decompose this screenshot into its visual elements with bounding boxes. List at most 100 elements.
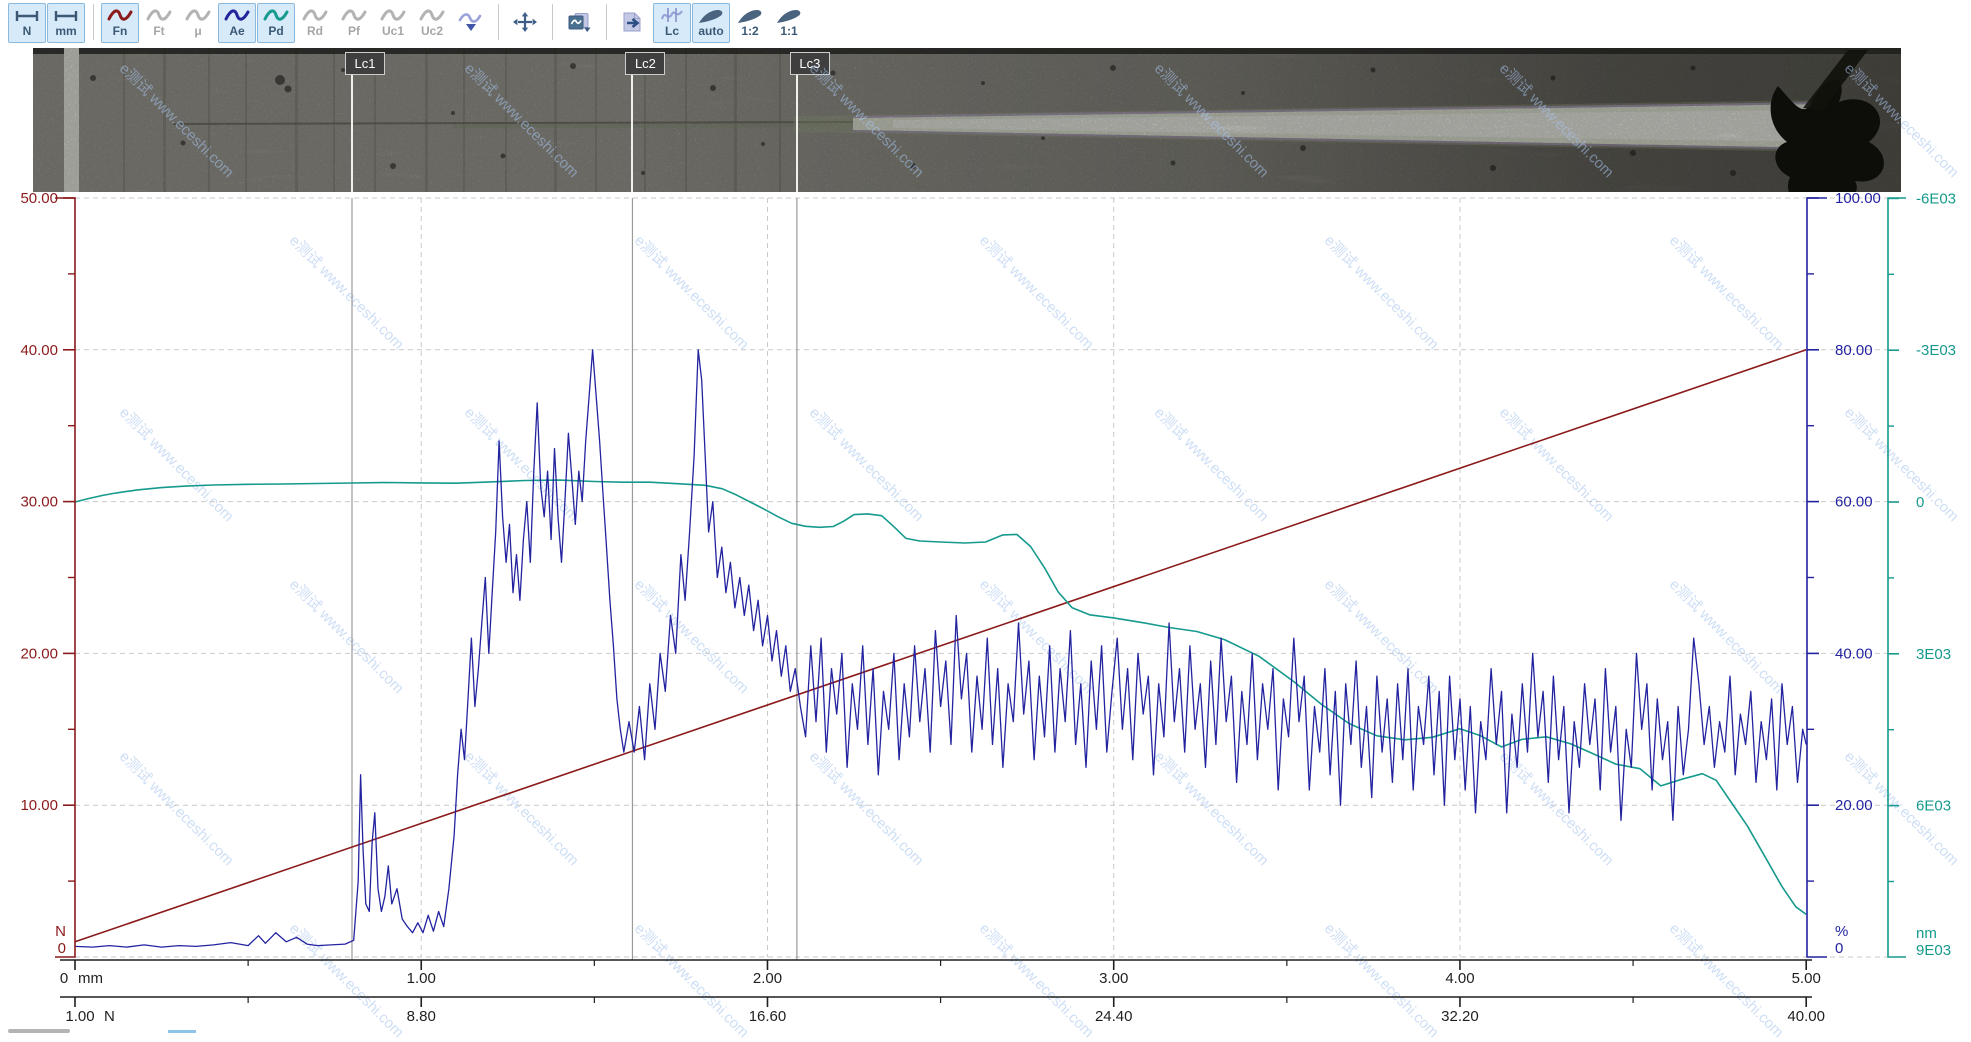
toolbar-button-unit-n[interactable]: N	[8, 3, 46, 43]
svg-text:1.00: 1.00	[65, 1008, 94, 1025]
watermark-text: e测试 www.eceshi.com	[1840, 402, 1964, 526]
svg-text:100.00: 100.00	[1835, 190, 1881, 207]
svg-text:20.00: 20.00	[1835, 797, 1873, 814]
toolbar-button-label: Uc1	[382, 25, 404, 38]
svg-text:3.00: 3.00	[1099, 970, 1128, 987]
stylus-icon	[776, 6, 802, 26]
watermark-text: e测试 www.eceshi.com	[285, 230, 409, 354]
wave-icon	[419, 6, 445, 26]
toolbar-separator	[498, 4, 499, 40]
series-pd	[75, 480, 1806, 914]
series-ae	[75, 350, 1806, 947]
svg-text:9E03: 9E03	[1916, 942, 1951, 959]
series-fn	[75, 350, 1806, 942]
svg-text:0: 0	[58, 940, 66, 957]
lc-marker-line-lc1[interactable]	[351, 73, 353, 192]
y-axis-right-percent: 100.0080.0060.0040.0020.00%0	[1807, 190, 1881, 957]
svg-text:10.00: 10.00	[20, 797, 58, 814]
toolbar-button-signal-ft[interactable]: Ft	[140, 3, 178, 43]
watermark-text: e测试 www.eceshi.com	[630, 230, 754, 354]
watermark-text: e测试 www.eceshi.com	[1840, 746, 1964, 870]
toolbar-button-label: Uc2	[421, 25, 443, 38]
toolbar-button-signal-pf[interactable]: Pf	[335, 3, 373, 43]
lc-marker-line-lc2[interactable]	[631, 73, 633, 192]
svg-text:8.80: 8.80	[407, 1008, 436, 1025]
svg-text:1.00: 1.00	[407, 970, 436, 987]
wave-icon	[224, 6, 250, 26]
svg-text:32.20: 32.20	[1441, 1008, 1479, 1025]
svg-text:N: N	[55, 923, 66, 940]
pan-icon	[512, 12, 538, 32]
toolbar-button-signal-select[interactable]	[452, 3, 490, 43]
watermark-text: e测试 www.eceshi.com	[1150, 402, 1274, 526]
svg-text:16.60: 16.60	[749, 1008, 787, 1025]
svg-text:0: 0	[1916, 494, 1924, 511]
scratch-micrograph-panorama: Lc1 Lc2 Lc3	[33, 48, 1901, 192]
svg-text:6E03: 6E03	[1916, 798, 1951, 815]
toolbar-button-export[interactable]	[614, 3, 652, 43]
horizontal-scrollbar-thumb[interactable]	[8, 1029, 70, 1033]
svg-text:40.00: 40.00	[1787, 1008, 1825, 1025]
watermark-text: e测试 www.eceshi.com	[805, 746, 929, 870]
svg-text:nm: nm	[1916, 925, 1937, 942]
toolbar-button-unit-mm[interactable]: mm	[47, 3, 85, 43]
svg-text:2.00: 2.00	[753, 970, 782, 987]
toolbar-button-signal-pd[interactable]: Pd	[257, 3, 295, 43]
lc-marker-label-lc1[interactable]: Lc1	[345, 52, 385, 75]
toolbar-button-zoom-1-1[interactable]: 1:1	[770, 3, 808, 43]
toolbar-button-zoom-auto[interactable]: auto	[692, 3, 730, 43]
ruler-icon	[14, 6, 40, 26]
watermark-text: e测试 www.eceshi.com	[975, 230, 1099, 354]
toolbar-button-signal-uc2[interactable]: Uc2	[413, 3, 451, 43]
lc-marker-label-lc2[interactable]: Lc2	[625, 52, 665, 75]
watermark-text: e测试 www.eceshi.com	[115, 746, 239, 870]
wave-icon	[185, 6, 211, 26]
watermark-text: e测试 www.eceshi.com	[630, 574, 754, 698]
lc-marker-line-lc3[interactable]	[796, 73, 798, 192]
lc-marker-label-lc3[interactable]: Lc3	[790, 52, 830, 75]
toolbar-button-signal-rd[interactable]: Rd	[296, 3, 334, 43]
watermark-text: e测试 www.eceshi.com	[460, 746, 584, 870]
toolbar-button-label: Ae	[229, 25, 244, 38]
svg-text:40.00: 40.00	[1835, 645, 1873, 662]
watermark-text: e测试 www.eceshi.com	[1320, 918, 1444, 1042]
watermark-text: e测试 www.eceshi.com	[975, 918, 1099, 1042]
toolbar-separator	[93, 4, 94, 40]
svg-text:24.40: 24.40	[1095, 1008, 1133, 1025]
toolbar-button-signal-mu[interactable]: μ	[179, 3, 217, 43]
svg-text:60.00: 60.00	[1835, 494, 1873, 511]
toolbar-button-label: auto	[698, 25, 723, 38]
toolbar-button-label: Fn	[113, 25, 128, 38]
watermark-text: e测试 www.eceshi.com	[285, 918, 409, 1042]
svg-text:-3E03: -3E03	[1916, 342, 1956, 359]
wave-icon	[107, 6, 133, 26]
svg-text:5.00: 5.00	[1792, 970, 1821, 987]
lc-critical-load-lines[interactable]	[352, 198, 797, 960]
toolbar-button-zoom-1-2[interactable]: 1:2	[731, 3, 769, 43]
svg-text:80.00: 80.00	[1835, 342, 1873, 359]
svg-text:-6E03: -6E03	[1916, 190, 1956, 207]
watermark-text: e测试 www.eceshi.com	[1495, 402, 1619, 526]
y-axis-right-depth: -6E03-3E0303E036E03nm9E03	[1888, 190, 1956, 959]
export-icon	[620, 12, 646, 32]
svg-text:20.00: 20.00	[20, 645, 58, 662]
toolbar-button-label: Rd	[307, 25, 323, 38]
watermark-text: e测试 www.eceshi.com	[1320, 574, 1444, 698]
watermark-text: e测试 www.eceshi.com	[1150, 746, 1274, 870]
toolbar-button-chart-copy[interactable]	[560, 3, 598, 43]
toolbar-button-label: 1:1	[780, 25, 797, 38]
svg-text:4.00: 4.00	[1445, 970, 1474, 987]
toolbar-separator	[606, 4, 607, 40]
toolbar-button-signal-ae[interactable]: Ae	[218, 3, 256, 43]
watermark-text: e测试 www.eceshi.com	[460, 402, 584, 526]
svg-text:mm: mm	[78, 970, 103, 987]
toolbar-button-pan[interactable]	[506, 3, 544, 43]
stylus-icon	[737, 6, 763, 26]
toolbar-button-lc-markers[interactable]: Lc	[653, 3, 691, 43]
watermark-text: e测试 www.eceshi.com	[285, 574, 409, 698]
toolbar-button-signal-fn[interactable]: Fn	[101, 3, 139, 43]
svg-text:30.00: 30.00	[20, 494, 58, 511]
selection-strip	[168, 1030, 196, 1033]
toolbar-button-signal-uc1[interactable]: Uc1	[374, 3, 412, 43]
watermark-text: e测试 www.eceshi.com	[630, 918, 754, 1042]
